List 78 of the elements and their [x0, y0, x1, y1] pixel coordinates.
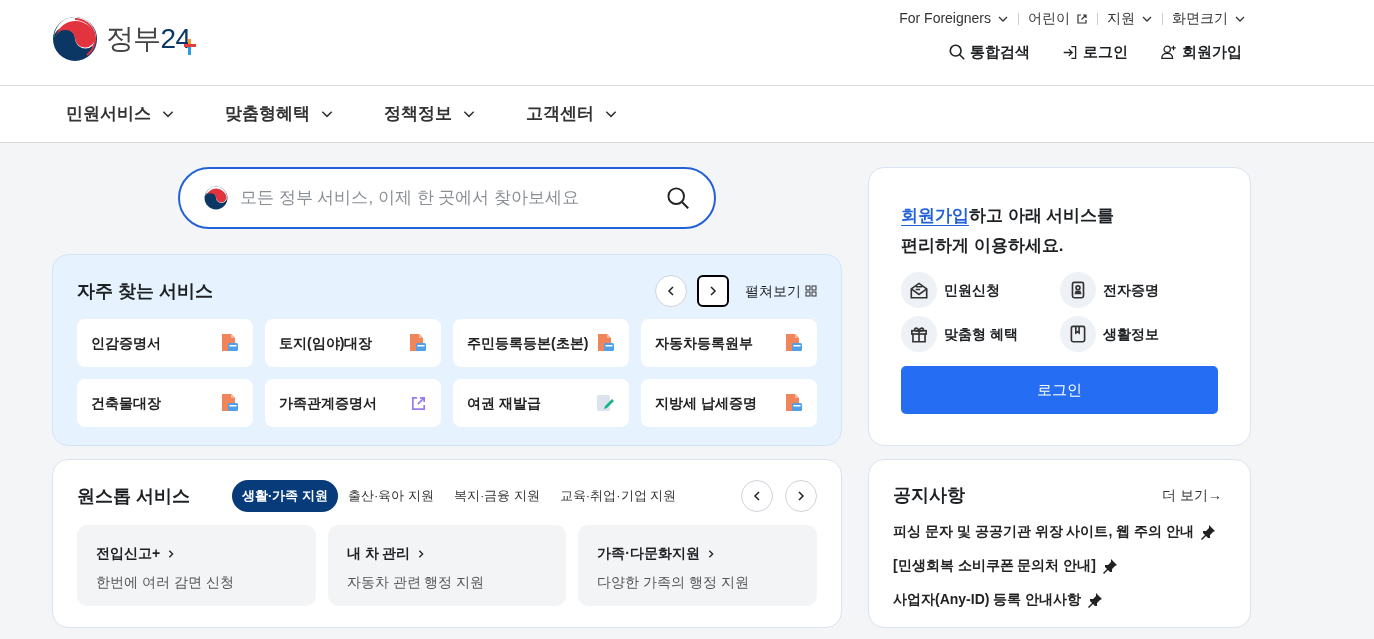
service-tile[interactable]: 토지(임야)대장 — [265, 319, 441, 367]
pdf-file-icon — [219, 393, 239, 413]
service-tile[interactable]: 자동차등록원부 — [641, 319, 817, 367]
emblem-icon — [204, 186, 228, 210]
notice-link[interactable]: 사업자(Any-ID) 등록 안내사항 — [893, 589, 1082, 610]
feature-link[interactable]: 맞춤형 혜택 — [901, 316, 1060, 352]
search-icon[interactable] — [666, 186, 690, 210]
header-action-link[interactable]: 회원가입 — [1160, 41, 1242, 64]
service-card[interactable]: 가족·다문화지원 다양한 가족의 행정 지원 — [578, 525, 817, 606]
service-tile[interactable]: 여권 재발급 — [453, 379, 629, 427]
expand-link[interactable]: 펼쳐보기 — [745, 280, 817, 302]
login-icon — [1062, 43, 1079, 61]
chevron-right-icon — [707, 285, 719, 297]
chevron-left-icon — [665, 285, 677, 297]
signup-link[interactable]: 회원가입 — [901, 206, 969, 225]
pdf-file-icon — [407, 333, 427, 353]
feature-link[interactable]: 민원신청 — [901, 272, 1060, 308]
book-icon — [1059, 316, 1096, 352]
service-tile[interactable]: 주민등록등본(초본) — [453, 319, 629, 367]
pdf-file-icon — [595, 333, 615, 353]
envelope-icon — [901, 272, 937, 308]
utility-link[interactable]: For Foreigners — [899, 8, 1009, 29]
previous-button[interactable] — [655, 275, 687, 307]
id-card-icon — [1059, 272, 1096, 308]
main-nav-item[interactable]: 고객센터 — [526, 101, 618, 127]
service-tile[interactable]: 인감증명서 — [77, 319, 253, 367]
chevron-left-icon — [751, 490, 763, 502]
chevron-right-icon — [706, 548, 716, 559]
edit-document-icon — [595, 393, 615, 413]
category-tab[interactable]: 복지·금융 지원 — [443, 480, 550, 512]
main-nav-item[interactable]: 정책정보 — [384, 101, 476, 127]
utility-link[interactable]: 어린이 — [1028, 8, 1088, 29]
category-tab[interactable]: 생활·가족 지원 — [232, 480, 338, 512]
section-title: 원스톱 서비스 — [77, 484, 191, 508]
more-link[interactable]: 더 보기→ — [1162, 485, 1222, 506]
card-title: 내 차 관리 — [346, 543, 548, 564]
feature-link[interactable]: 전자증명 — [1059, 272, 1218, 308]
utility-link[interactable]: 지원 — [1107, 8, 1153, 29]
header-action-link[interactable]: 통합검색 — [948, 41, 1030, 64]
section-title: 공지사항 — [893, 484, 965, 507]
login-message: 회원가입하고 아래 서비스를 편리하게 이용하세요. — [901, 205, 1116, 257]
service-card[interactable]: 내 차 관리 자동차 관련 행정 지원 — [327, 525, 567, 606]
section-title: 자주 찾는 서비스 — [77, 279, 213, 303]
external-link-icon — [410, 394, 427, 412]
login-button[interactable]: 로그인 — [901, 366, 1218, 414]
external-link-icon — [1076, 12, 1088, 25]
previous-button[interactable] — [741, 480, 773, 512]
service-card[interactable]: 전입신고+ 한번에 여러 감면 신청 — [77, 525, 316, 606]
pdf-file-icon — [783, 333, 803, 353]
feature-link[interactable]: 생활정보 — [1059, 316, 1218, 352]
chevron-right-icon — [795, 490, 807, 502]
card-description: 다양한 가족의 행정 지원 — [597, 573, 750, 592]
next-button[interactable] — [697, 275, 729, 307]
card-title: 가족·다문화지원 — [597, 543, 798, 564]
main-nav-item[interactable]: 맞춤형혜택 — [225, 101, 334, 127]
service-tile[interactable]: 가족관계증명서 — [265, 379, 441, 427]
main-nav-item[interactable]: 민원서비스 — [66, 101, 175, 127]
service-tile[interactable]: 지방세 납세증명 — [641, 379, 817, 427]
category-tab[interactable]: 교육·취업·기업 지원 — [549, 480, 687, 512]
search-input[interactable]: 모든 정부 서비스, 이제 한 곳에서 찾아보세요 — [240, 185, 654, 211]
add-user-icon — [1160, 43, 1178, 62]
service-tile[interactable]: 건축물대장 — [77, 379, 253, 427]
gift-icon — [901, 316, 937, 352]
emblem-icon — [52, 16, 98, 62]
notice-link[interactable]: [민생회복 소비쿠폰 문의처 안내] — [893, 555, 1096, 576]
header-action-link[interactable]: 로그인 — [1062, 41, 1128, 64]
utility-link[interactable]: 화면크기 — [1172, 8, 1246, 29]
card-title: 전입신고+ — [96, 543, 297, 564]
search-field[interactable]: 모든 정부 서비스, 이제 한 곳에서 찾아보세요 — [178, 167, 716, 229]
notice-link[interactable]: 피싱 문자 및 공공기관 위장 사이트, 웹 주의 안내 — [893, 521, 1194, 542]
grid-icon — [805, 285, 817, 297]
search-icon — [948, 43, 966, 62]
card-description: 한번에 여러 감면 신청 — [96, 573, 235, 592]
category-tab[interactable]: 출산·육아 지원 — [337, 480, 444, 512]
pdf-file-icon — [219, 333, 239, 353]
logo-text: 정부 — [106, 25, 161, 53]
card-description: 자동차 관련 행정 지원 — [346, 573, 486, 592]
pdf-file-icon — [783, 393, 803, 413]
